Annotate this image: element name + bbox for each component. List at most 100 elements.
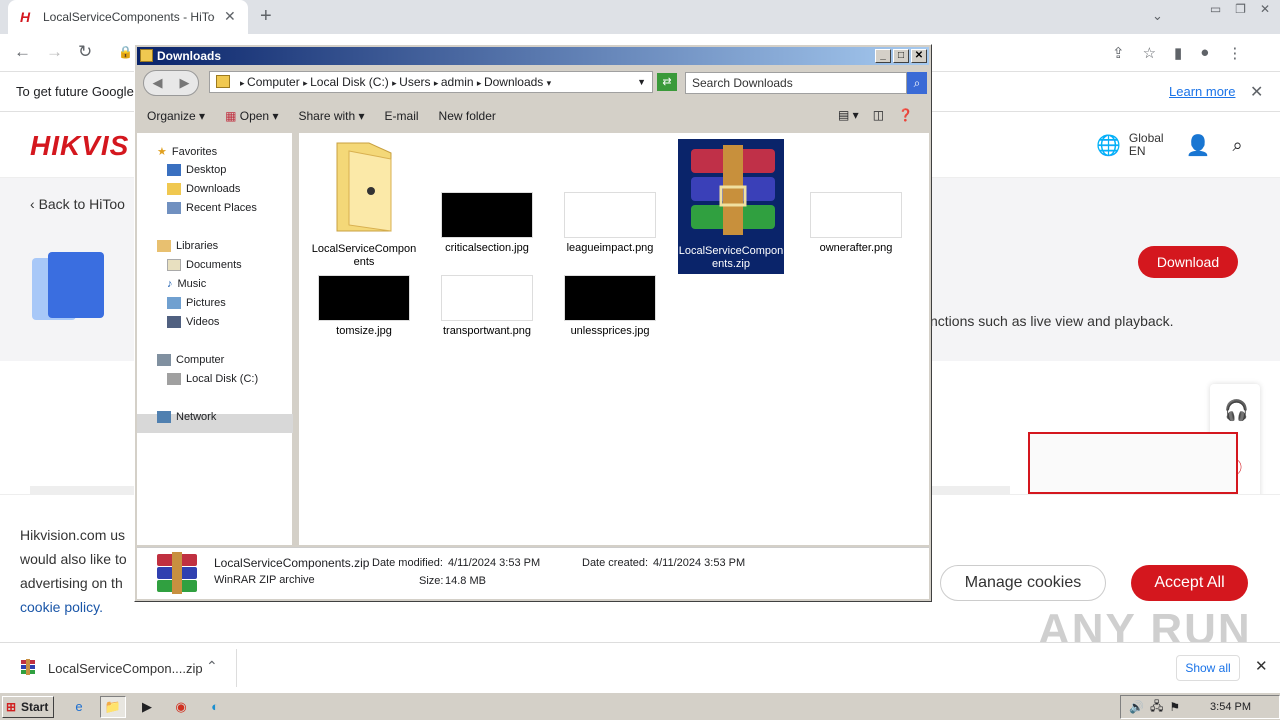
close-info-bar-icon[interactable]: ✕ <box>1250 82 1263 102</box>
flag-icon[interactable]: ⚑ <box>1169 700 1180 714</box>
open-menu[interactable]: ▦ Open ▾ <box>215 109 288 123</box>
breadcrumb[interactable]: ▸ Computer ▸ Local Disk (C:) ▸ Users ▸ a… <box>209 71 653 93</box>
user-icon[interactable]: 👤 <box>1186 133 1211 158</box>
preview-pane-icon[interactable]: ◫ <box>873 108 884 122</box>
new-tab-icon[interactable]: + <box>260 5 272 28</box>
close-tab-icon[interactable]: ✕ <box>224 8 236 25</box>
breadcrumb-computer[interactable]: Computer <box>247 75 300 89</box>
explorer-taskbar-icon[interactable]: 📁 <box>100 696 126 718</box>
music-icon: ♪ <box>167 278 173 290</box>
close-button[interactable]: ✕ <box>911 49 927 63</box>
nav-label: Documents <box>186 259 242 271</box>
network-tray-icon[interactable]: 🖧 <box>1150 697 1163 718</box>
email-button[interactable]: E-mail <box>375 109 429 123</box>
nav-documents[interactable]: Documents <box>167 259 242 271</box>
file-item[interactable]: ownerafter.png <box>801 137 911 255</box>
help-icon[interactable]: ❓ <box>898 108 913 122</box>
refresh-icon[interactable]: ⇄ <box>657 73 677 91</box>
forward-button-icon[interactable]: ▶ <box>180 75 190 91</box>
file-item[interactable]: LocalServiceComponents.zip <box>678 139 784 274</box>
search-input[interactable]: Search Downloads <box>685 72 907 94</box>
volume-icon[interactable]: 🔊 <box>1129 700 1144 714</box>
start-button[interactable]: ⊞ Start <box>2 696 54 718</box>
nav-network[interactable]: Network <box>157 411 216 423</box>
details-file-type: WinRAR ZIP archive <box>214 574 315 586</box>
globe-icon: 🌐 <box>1096 134 1121 157</box>
close-window-icon[interactable]: ✕ <box>1260 2 1270 16</box>
back-arrow-icon[interactable]: ← <box>14 42 31 62</box>
promo-banner[interactable] <box>1028 432 1238 494</box>
back-button-icon[interactable]: ◀ <box>153 75 163 91</box>
search-icon[interactable]: ⌕ <box>907 72 927 94</box>
chevron-left-icon: ‹ <box>30 196 39 212</box>
accept-all-button[interactable]: Accept All <box>1131 565 1248 601</box>
close-download-bar-icon[interactable]: ✕ <box>1255 657 1268 675</box>
nav-downloads[interactable]: Downloads <box>167 183 240 195</box>
nav-favorites[interactable]: ★ Favorites <box>157 145 217 159</box>
address-dropdown-icon[interactable]: ▼ <box>637 72 646 92</box>
search-icon[interactable]: ⌕ <box>1233 135 1243 156</box>
maximize-button[interactable]: □ <box>893 49 909 63</box>
ie-icon[interactable]: e <box>66 696 92 718</box>
cookie-text: Hikvision.com us would also like to adve… <box>20 523 140 619</box>
minimize-button[interactable]: _ <box>875 49 891 63</box>
manage-cookies-button[interactable]: Manage cookies <box>940 565 1106 601</box>
bookmark-star-icon[interactable]: ☆ <box>1143 44 1156 62</box>
change-view-icon[interactable]: ▤ ▾ <box>838 108 859 122</box>
language-label: EN <box>1128 144 1146 158</box>
breadcrumb-users[interactable]: Users <box>399 75 430 89</box>
winrar-archive-icon <box>685 143 777 241</box>
nav-recent-places[interactable]: Recent Places <box>167 202 257 214</box>
browser-tab[interactable]: H LocalServiceComponents - HiTools - H ✕ <box>8 0 248 34</box>
reload-icon[interactable]: ↻ <box>78 42 92 62</box>
new-folder-button[interactable]: New folder <box>429 109 506 123</box>
download-file-name[interactable]: LocalServiceCompon....zip <box>48 661 203 676</box>
share-with-menu[interactable]: Share with ▾ <box>288 109 374 123</box>
restore-icon[interactable]: ❐ <box>1235 2 1246 16</box>
tab-search-chevron-icon[interactable]: ⌄ <box>1152 8 1163 24</box>
breadcrumb-admin[interactable]: admin <box>441 75 474 89</box>
nav-buttons: ◀ ▶ <box>143 70 199 96</box>
chrome-icon[interactable]: ◉ <box>168 696 194 718</box>
edge-icon[interactable]: ◐ <box>202 696 228 718</box>
image-thumbnail <box>564 275 656 321</box>
toolbar-actions: ⇪ ☆ ▮ ● ⋮ <box>1112 44 1242 62</box>
clock[interactable]: 3:54 PM <box>1210 701 1251 713</box>
file-item[interactable]: LocalServiceComponents <box>309 139 419 269</box>
organize-menu[interactable]: Organize ▾ <box>137 109 215 123</box>
headset-support-icon[interactable]: 🎧 <box>1224 398 1249 423</box>
file-item[interactable]: tomsize.jpg <box>309 270 419 338</box>
back-link[interactable]: ‹ Back to HiToo <box>30 196 125 212</box>
region-selector[interactable]: 🌐 Global EN 👤 ⌕ <box>1096 132 1243 158</box>
media-player-icon[interactable]: ▶ <box>134 696 160 718</box>
explorer-title-bar[interactable]: Downloads _ □ ✕ <box>137 47 929 65</box>
nav-computer[interactable]: Computer <box>157 354 224 366</box>
nav-local-disk[interactable]: Local Disk (C:) <box>167 373 258 385</box>
lock-icon[interactable]: 🔒 <box>118 45 133 59</box>
file-item[interactable]: transportwant.png <box>432 270 542 338</box>
share-icon[interactable]: ⇪ <box>1112 44 1125 62</box>
file-item[interactable]: criticalsection.jpg <box>432 137 542 255</box>
breadcrumb-local-disk[interactable]: Local Disk (C:) <box>310 75 389 89</box>
side-panel-icon[interactable]: ▮ <box>1174 44 1182 62</box>
more-menu-icon[interactable]: ⋮ <box>1227 44 1242 62</box>
minimize-icon[interactable]: ▭ <box>1210 2 1221 16</box>
forward-arrow-icon[interactable]: → <box>46 42 63 62</box>
downloads-folder-icon <box>167 183 181 195</box>
hikvision-logo[interactable]: HIKVIS <box>30 130 129 162</box>
profile-icon[interactable]: ● <box>1200 44 1209 62</box>
nav-desktop[interactable]: Desktop <box>167 164 226 176</box>
breadcrumb-downloads[interactable]: Downloads <box>484 75 543 89</box>
nav-libraries[interactable]: Libraries <box>157 240 218 252</box>
cookie-policy-link[interactable]: cookie policy. <box>20 599 103 615</box>
file-item[interactable]: unlessprices.jpg <box>555 270 665 338</box>
chevron-up-icon[interactable]: ⌃ <box>206 658 218 675</box>
documents-icon <box>167 259 181 271</box>
nav-music[interactable]: ♪ Music <box>167 278 206 290</box>
show-all-button[interactable]: Show all <box>1176 655 1240 681</box>
file-item[interactable]: leagueimpact.png <box>555 137 665 255</box>
nav-pictures[interactable]: Pictures <box>167 297 226 309</box>
download-button[interactable]: Download <box>1138 246 1238 278</box>
nav-videos[interactable]: Videos <box>167 316 219 328</box>
learn-more-link[interactable]: Learn more <box>1169 84 1235 99</box>
